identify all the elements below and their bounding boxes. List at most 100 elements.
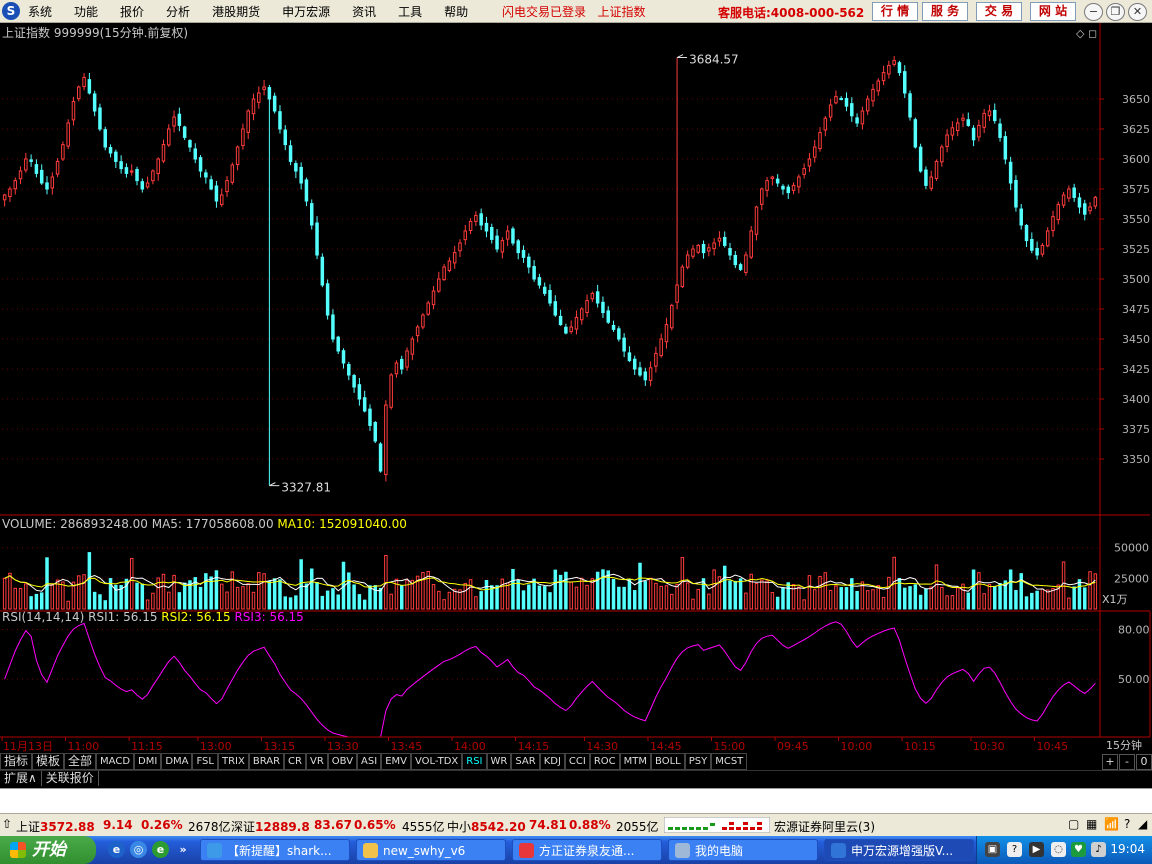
service-button[interactable]: 服 务 <box>922 2 968 21</box>
grid-icon[interactable]: ▦ <box>1086 817 1097 831</box>
menu-help[interactable]: 帮助 <box>444 3 468 20</box>
candle-body <box>659 338 663 357</box>
menu-system[interactable]: 系统 <box>28 3 52 20</box>
indicator-tab-cci[interactable]: CCI <box>564 753 590 770</box>
volume-bar <box>527 584 531 610</box>
menu-tools[interactable]: 工具 <box>398 3 422 20</box>
server-name[interactable]: 宏源证券阿里云(3) <box>774 818 875 835</box>
indicator-tab-brar[interactable]: BRAR <box>248 753 285 770</box>
candle-body <box>664 324 669 343</box>
trade-login-notice[interactable]: 闪电交易已登录 上证指数 <box>502 3 645 20</box>
task-swhy[interactable]: 申万宏源增强版V... <box>824 839 974 861</box>
candle-body <box>341 350 346 364</box>
task-my-computer[interactable]: 我的电脑 <box>668 839 818 861</box>
indicator-tab-asi[interactable]: ASI <box>357 753 382 770</box>
zoom-in-button[interactable]: + <box>1102 754 1118 770</box>
browser-icon[interactable]: ◎ <box>130 841 147 858</box>
volume-bar <box>87 552 92 610</box>
sh-index[interactable]: 上证3572.88 <box>16 818 95 835</box>
candle-body <box>135 169 139 182</box>
sz-pct: 0.65% <box>354 818 396 832</box>
help-icon[interactable]: ? <box>1124 817 1130 831</box>
chart-maximize-icon[interactable]: ◻ <box>1088 27 1097 40</box>
indicator-tab-all[interactable]: 全部 <box>64 753 97 770</box>
period-label[interactable]: 15分钟 <box>1106 738 1142 752</box>
start-button[interactable]: 开始 <box>0 836 96 864</box>
indicator-tab-dma[interactable]: DMA <box>161 753 193 770</box>
indicator-tab-obv[interactable]: OBV <box>327 753 358 770</box>
indicator-tab-psy[interactable]: PSY <box>684 753 712 770</box>
indicator-tab-mtm[interactable]: MTM <box>619 753 652 770</box>
close-icon[interactable]: ✕ <box>1128 3 1147 21</box>
tray-shield-icon[interactable]: ♥ <box>1071 842 1086 857</box>
menu-analysis[interactable]: 分析 <box>166 3 190 20</box>
menu-news[interactable]: 资讯 <box>352 3 376 20</box>
menu-swhy[interactable]: 申万宏源 <box>282 3 330 20</box>
volume-bar <box>431 584 436 610</box>
candle-body <box>352 375 356 388</box>
green-browser-icon[interactable]: e <box>152 841 169 858</box>
trade-button[interactable]: 交 易 <box>976 2 1022 21</box>
expand-tab[interactable]: 扩展∧ <box>0 771 42 786</box>
indicator-tab-index[interactable]: 指标 <box>0 753 33 770</box>
tray-volume-icon[interactable]: ♪ <box>1091 842 1106 857</box>
volume-bar <box>463 582 468 610</box>
indicator-tab-sar[interactable]: SAR <box>511 753 540 770</box>
tray-app-icon[interactable]: ▣ <box>985 842 1000 857</box>
menu-function[interactable]: 功能 <box>74 3 98 20</box>
task-folder[interactable]: new_swhy_v6 <box>356 839 506 861</box>
candle-body <box>2 194 7 201</box>
tray-media-icon[interactable]: ▶ <box>1029 842 1044 857</box>
status-arrow-icon[interactable]: ⇧ <box>2 817 12 831</box>
indicator-tab-emv[interactable]: EMV <box>381 753 411 770</box>
candle-body <box>108 147 113 154</box>
indicator-tab-fsl[interactable]: FSL <box>192 753 218 770</box>
indicator-tab-vr[interactable]: VR <box>305 753 328 770</box>
ie-icon[interactable]: e <box>108 841 125 858</box>
tray-help-icon[interactable]: ? <box>1007 842 1022 857</box>
reset-button[interactable]: 0 <box>1136 754 1152 770</box>
task-shark[interactable]: 【新提醒】shark... <box>200 839 350 861</box>
related-quotes-tab[interactable]: 关联报价 <box>42 771 99 786</box>
minimize-icon[interactable]: − <box>1084 3 1103 21</box>
candle-body <box>156 158 160 174</box>
indicator-tab-template[interactable]: 模板 <box>32 753 65 770</box>
indicator-tab-trix[interactable]: TRIX <box>217 753 249 770</box>
menu-quote[interactable]: 报价 <box>120 3 144 20</box>
status-close-icon[interactable]: ◢ <box>1138 817 1147 831</box>
chart-toggle-icon[interactable]: ◇ <box>1076 27 1085 40</box>
layout-icon[interactable]: ▢ <box>1068 817 1079 831</box>
indicator-tab-dmi[interactable]: DMI <box>134 753 162 770</box>
menu-hk-futures[interactable]: 港股期货 <box>212 3 260 20</box>
tray-chat-icon[interactable]: ◌ <box>1051 842 1066 857</box>
candle-body <box>892 60 896 65</box>
indicator-tab-wr[interactable]: WR <box>486 753 512 770</box>
sz-index[interactable]: 深证12889.8 <box>231 818 310 835</box>
volume-bar <box>754 582 759 610</box>
volume-bar <box>442 599 446 610</box>
sz-change: 83.67 <box>314 818 352 832</box>
restore-icon[interactable]: ❐ <box>1106 3 1125 21</box>
indicator-tab-rsi[interactable]: RSI <box>462 753 487 770</box>
indicator-tab-vol-tdx[interactable]: VOL-TDX <box>410 753 463 770</box>
candle-body <box>993 109 997 122</box>
volume-bar <box>760 579 764 610</box>
candle-body <box>188 139 192 148</box>
indicator-tab-cr[interactable]: CR <box>284 753 306 770</box>
indicator-tab-kdj[interactable]: KDJ <box>539 753 565 770</box>
website-button[interactable]: 网 站 <box>1030 2 1076 21</box>
indicator-tab-mcst[interactable]: MCST <box>711 753 748 770</box>
zoom-out-button[interactable]: - <box>1119 754 1135 770</box>
zx-index[interactable]: 中小8542.20 <box>447 818 526 835</box>
indicator-tab-macd[interactable]: MACD <box>96 753 135 770</box>
indicator-tab-boll[interactable]: BOLL <box>651 753 685 770</box>
kline-chart[interactable]: 3350 3375 3400 3425 3450 3475 3500 3525 3550 3575… <box>0 23 1152 753</box>
volume-bar <box>564 571 568 610</box>
indicator-tab-roc[interactable]: ROC <box>589 753 620 770</box>
task-founder[interactable]: 方正证券泉友通... <box>512 839 662 861</box>
quicklaunch-more-icon[interactable]: » <box>178 841 188 858</box>
candle-body <box>823 117 828 131</box>
quotes-button[interactable]: 行 情 <box>872 2 918 21</box>
index-link[interactable]: 上证指数 <box>597 5 645 19</box>
volume-bar <box>474 596 478 610</box>
